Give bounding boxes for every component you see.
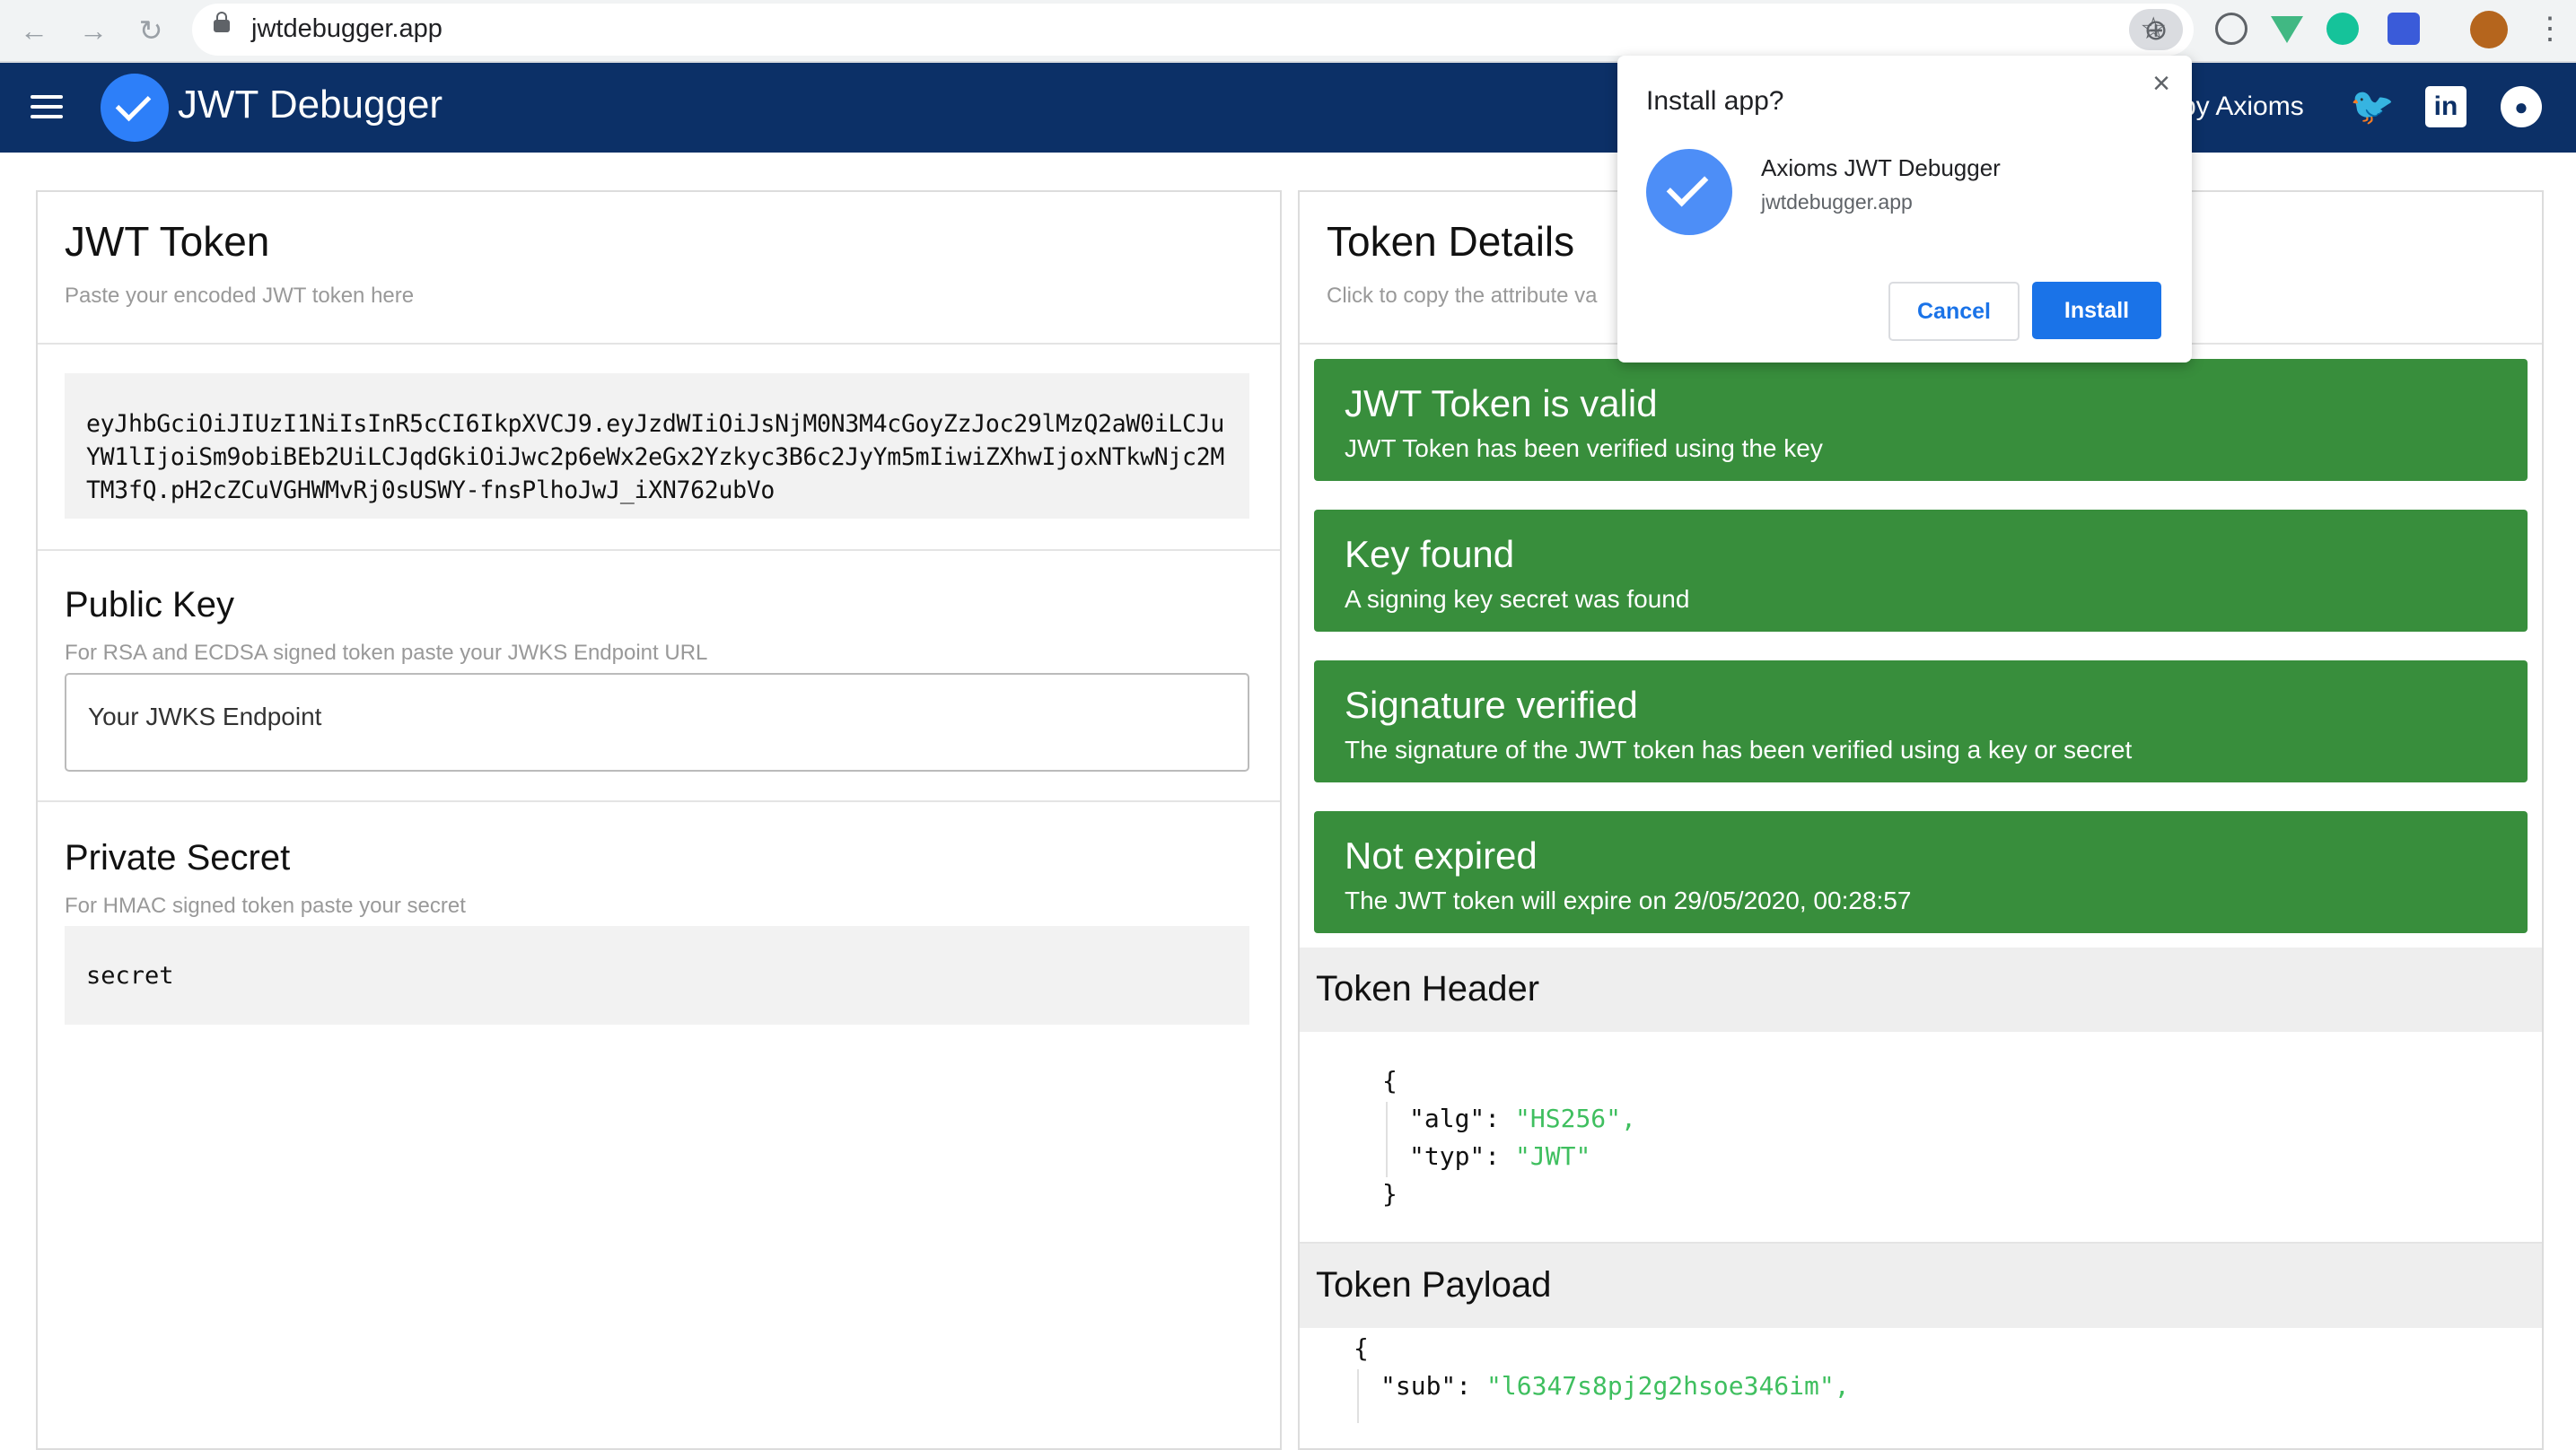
- install-app-name: Axioms JWT Debugger: [1761, 154, 2001, 181]
- public-key-title: Public Key: [65, 585, 234, 625]
- status-valid[interactable]: JWT Token is valid JWT Token has been ve…: [1314, 359, 2528, 481]
- avatar[interactable]: [2470, 11, 2508, 48]
- json-key: "sub": [1380, 1371, 1457, 1401]
- install-app-dialog: Install app? × Axioms JWT Debugger jwtde…: [1617, 56, 2192, 362]
- app-title[interactable]: JWT Debugger: [178, 83, 442, 127]
- status-desc: The JWT token will expire on 29/05/2020,…: [1345, 887, 1912, 914]
- by-axioms-link[interactable]: by Axioms: [2181, 92, 2304, 122]
- secret-input[interactable]: secret: [65, 926, 1249, 1025]
- public-key-subtitle: For RSA and ECDSA signed token paste you…: [65, 641, 708, 665]
- linkedin-icon[interactable]: in: [2425, 86, 2466, 127]
- reload-icon[interactable]: ↻: [133, 13, 169, 48]
- json-line-alg[interactable]: "alg": "HS256",: [1382, 1100, 1636, 1138]
- json-line-typ[interactable]: "typ": "JWT": [1382, 1138, 1636, 1175]
- app-check-icon: [1646, 149, 1732, 235]
- browser-toolbar: ← → ↻ jwtdebugger.app ☆ ⋮: [0, 0, 2576, 63]
- github-icon[interactable]: ●: [2501, 86, 2542, 127]
- status-title: JWT Token is valid: [1345, 382, 1658, 424]
- json-brace: }: [1382, 1179, 1398, 1209]
- address-url[interactable]: jwtdebugger.app: [251, 14, 442, 44]
- jwks-endpoint-input[interactable]: [86, 702, 1221, 732]
- token-payload-title: Token Payload: [1316, 1265, 1552, 1305]
- right-panel: Token Details Click to copy the attribut…: [1298, 190, 2544, 1450]
- token-header-band: Token Header: [1300, 948, 2542, 1032]
- token-details-title: Token Details: [1327, 218, 1575, 265]
- indent-guide: [1386, 1102, 1388, 1177]
- token-details-subtitle: Click to copy the attribute va: [1327, 284, 1598, 308]
- token-payload-json[interactable]: { "sub": "l6347s8pj2g2hsoe346im",: [1354, 1330, 1850, 1423]
- extension-icon[interactable]: [2215, 13, 2247, 45]
- vue-devtools-icon[interactable]: [2271, 16, 2303, 43]
- json-key: "alg": [1409, 1104, 1485, 1133]
- install-app-host: jwtdebugger.app: [1761, 190, 1913, 214]
- extension-icon[interactable]: [2388, 13, 2420, 45]
- token-header-title: Token Header: [1316, 969, 1540, 1009]
- token-header-json[interactable]: { "alg": "HS256", "typ": "JWT" }: [1382, 1062, 1636, 1213]
- status-signature-verified[interactable]: Signature verified The signature of the …: [1314, 660, 2528, 782]
- status-title: Signature verified: [1345, 684, 1638, 726]
- status-title: Not expired: [1345, 834, 1538, 877]
- json-line-sub[interactable]: "sub": "l6347s8pj2g2hsoe346im",: [1354, 1367, 1850, 1405]
- jwt-token-subtitle: Paste your encoded JWT token here: [65, 284, 415, 308]
- json-brace: {: [1382, 1066, 1398, 1096]
- menu-kebab-icon[interactable]: ⋮: [2535, 11, 2565, 47]
- json-value[interactable]: "JWT": [1515, 1141, 1590, 1171]
- address-bar[interactable]: jwtdebugger.app: [192, 4, 2194, 56]
- grammarly-icon[interactable]: [2326, 13, 2359, 45]
- status-desc: JWT Token has been verified using the ke…: [1345, 434, 1823, 462]
- jwt-token-value[interactable]: eyJhbGciOiJIUzI1NiIsInR5cCI6IkpXVCJ9.eyJ…: [86, 407, 1235, 507]
- star-icon[interactable]: ☆: [2140, 11, 2167, 47]
- lock-icon[interactable]: [214, 12, 230, 32]
- status-not-expired[interactable]: Not expired The JWT token will expire on…: [1314, 811, 2528, 933]
- install-dialog-title: Install app?: [1646, 86, 1784, 116]
- indent-guide: [1357, 1369, 1359, 1423]
- private-secret-title: Private Secret: [65, 838, 291, 878]
- json-key: "typ": [1409, 1141, 1485, 1171]
- token-payload-band: Token Payload: [1300, 1244, 2542, 1328]
- status-desc: The signature of the JWT token has been …: [1345, 736, 2133, 764]
- json-value[interactable]: "l6347s8pj2g2hsoe346im",: [1486, 1371, 1850, 1401]
- jwt-token-input[interactable]: eyJhbGciOiJIUzI1NiIsInR5cCI6IkpXVCJ9.eyJ…: [65, 373, 1249, 519]
- left-panel: JWT Token Paste your encoded JWT token h…: [36, 190, 1282, 1450]
- back-icon[interactable]: ←: [16, 13, 52, 48]
- secret-value[interactable]: secret: [86, 962, 174, 990]
- divider: [38, 549, 1280, 551]
- json-brace: {: [1354, 1333, 1369, 1363]
- check-logo-icon: [101, 74, 169, 142]
- divider: [38, 800, 1280, 802]
- json-value[interactable]: "HS256",: [1515, 1104, 1636, 1133]
- forward-icon[interactable]: →: [75, 13, 111, 48]
- twitter-icon[interactable]: 🐦: [2350, 86, 2395, 127]
- menu-icon[interactable]: [31, 95, 63, 125]
- status-key-found[interactable]: Key found A signing key secret was found: [1314, 510, 2528, 632]
- jwks-endpoint-field[interactable]: [65, 673, 1249, 772]
- jwt-token-title: JWT Token: [65, 218, 270, 265]
- private-secret-subtitle: For HMAC signed token paste your secret: [65, 894, 466, 918]
- install-button[interactable]: Install: [2032, 282, 2161, 339]
- close-icon[interactable]: ×: [2152, 66, 2170, 101]
- divider: [38, 343, 1280, 345]
- status-desc: A signing key secret was found: [1345, 585, 1690, 613]
- status-title: Key found: [1345, 533, 1515, 575]
- cancel-button[interactable]: Cancel: [1888, 282, 2020, 341]
